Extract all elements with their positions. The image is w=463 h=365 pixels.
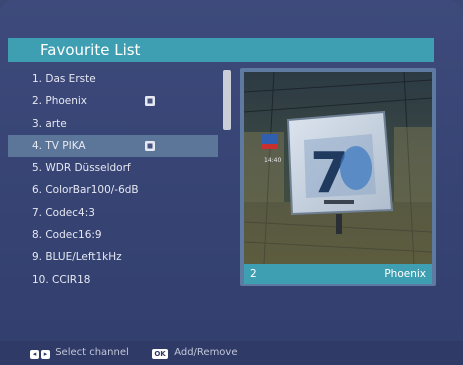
channel-item[interactable]: 6. ColorBar100/-6dB [32, 179, 218, 201]
preview-channel-number: 2 [250, 268, 257, 280]
channel-item[interactable]: 8. Codec16:9 [32, 224, 218, 246]
add-remove-label: Add/Remove [174, 347, 238, 358]
channel-label: 1. Das Erste [32, 73, 96, 85]
title-bar: Favourite List [8, 38, 434, 62]
preview-video: 14:40 7 [244, 72, 432, 264]
channel-label: 8. Codec16:9 [32, 229, 102, 242]
channel-label: 10. CCIR18 [32, 273, 91, 286]
channel-label: 7. Codec4:3 [32, 206, 95, 219]
channel-list: 1. Das Erste 2. Phoenix 3. arte 4. TV PIKA 5… [8, 68, 218, 291]
stadium-scene-image: 14:40 7 [244, 72, 432, 264]
channel-item[interactable]: 5. WDR Düsseldorf [32, 157, 218, 179]
channel-label: 2. Phoenix [32, 95, 88, 108]
channel-label: 5. WDR Düsseldorf [32, 162, 131, 175]
preview-channel-name: Phoenix [384, 268, 426, 280]
channel-item[interactable]: 4. TV PIKA [8, 134, 218, 158]
preview-info-bar: 2 Phoenix [244, 264, 432, 284]
tv-screen: Favourite List 1. Das Erste 2. Phoenix 3. … [0, 0, 463, 365]
channel-item[interactable]: 10. CCIR18 [32, 269, 218, 291]
scroll-thumb[interactable] [223, 70, 231, 130]
help-bar: ◂ ▸ Select channel OK Add/Remove [0, 341, 463, 365]
channel-label: 3. arte [32, 117, 67, 130]
channel-item[interactable]: 3. arte [32, 113, 218, 135]
ok-key-icon: OK [152, 349, 168, 359]
channel-label: 6. ColorBar100/-6dB [32, 184, 139, 197]
add-remove-hint: OK Add/Remove [152, 345, 238, 361]
select-channel-hint: ◂ ▸ Select channel [30, 345, 129, 361]
page-title: Favourite List [40, 41, 141, 59]
channel-label: 4. TV PIKA [32, 139, 86, 152]
arrow-left-icon: ◂ [30, 350, 39, 359]
channel-item[interactable]: 1. Das Erste [32, 68, 218, 90]
svg-text:14:40: 14:40 [264, 157, 281, 164]
channel-item[interactable]: 7. Codec4:3 [32, 202, 218, 224]
channel-item[interactable]: 9. BLUE/Left1kHz [32, 246, 218, 268]
select-channel-label: Select channel [55, 347, 129, 358]
channel-item[interactable]: 2. Phoenix [32, 90, 218, 112]
lock-icon [145, 96, 155, 107]
arrow-right-icon: ▸ [41, 350, 50, 359]
channel-label: 9. BLUE/Left1kHz [32, 251, 122, 264]
scrollbar[interactable] [222, 68, 232, 288]
lock-icon [145, 140, 155, 151]
